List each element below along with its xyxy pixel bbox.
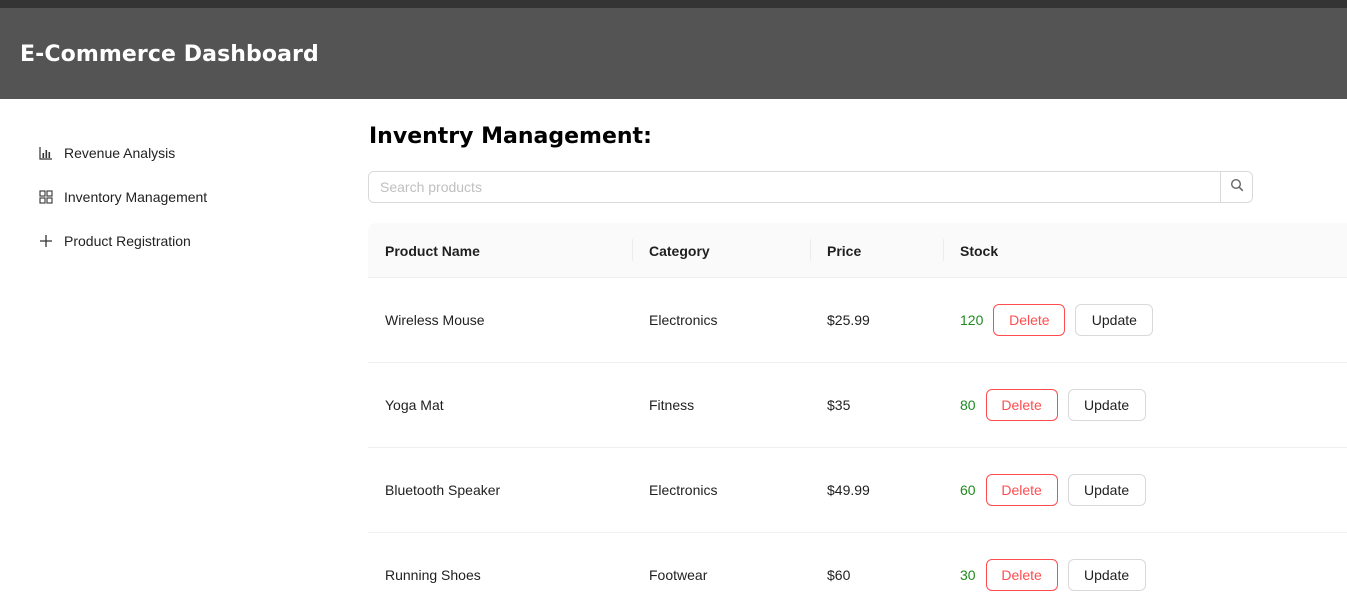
column-divider [810, 239, 811, 261]
stock-cell: 120 Delete Update [960, 278, 1154, 362]
delete-button[interactable]: Delete [985, 559, 1058, 591]
stock-value: 120 [960, 312, 984, 328]
table-row: Running Shoes Footwear $60 30 Delete Upd… [368, 533, 1347, 608]
delete-button[interactable]: Delete [985, 389, 1058, 421]
sidebar-item-label: Product Registration [64, 233, 191, 249]
delete-button[interactable]: Delete [985, 474, 1058, 506]
update-button[interactable]: Update [1075, 304, 1154, 336]
column-header-stock: Stock [960, 242, 999, 259]
price-cell: $35 [827, 397, 851, 413]
table-row: Yoga Mat Fitness $35 80 Delete Update [368, 363, 1347, 448]
stock-value: 60 [960, 482, 976, 498]
stock-value: 80 [960, 397, 976, 413]
column-header-category: Category [649, 242, 710, 259]
update-button[interactable]: Update [1067, 389, 1146, 421]
update-button[interactable]: Update [1067, 474, 1146, 506]
search-input[interactable] [369, 172, 1220, 202]
bar-chart-icon [38, 145, 54, 161]
app-title: E-Commerce Dashboard [20, 42, 319, 67]
product-name-cell: Yoga Mat [385, 397, 444, 413]
search-icon [1230, 178, 1244, 197]
products-table: Product Name Category Price Stock Wirele… [368, 223, 1347, 608]
product-name-cell: Running Shoes [385, 567, 481, 583]
category-cell: Electronics [649, 312, 718, 328]
price-cell: $49.99 [827, 482, 870, 498]
column-header-price: Price [827, 242, 862, 259]
app-header: E-Commerce Dashboard [0, 8, 1347, 99]
product-name-cell: Wireless Mouse [385, 312, 485, 328]
price-cell: $60 [827, 567, 851, 583]
plus-icon [38, 233, 54, 249]
stock-cell: 80 Delete Update [960, 363, 1146, 447]
category-cell: Fitness [649, 397, 695, 413]
sidebar: Revenue Analysis Inventory Management Pr… [0, 99, 340, 608]
column-divider [943, 239, 944, 261]
grid-icon [38, 189, 54, 205]
sidebar-item-product-registration[interactable]: Product Registration [38, 229, 191, 253]
column-divider [632, 239, 633, 261]
product-name-cell: Bluetooth Speaker [385, 482, 501, 498]
table-row: Wireless Mouse Electronics $25.99 120 De… [368, 278, 1347, 363]
search-box [368, 171, 1253, 203]
table-header: Product Name Category Price Stock [368, 223, 1347, 278]
category-cell: Footwear [649, 567, 708, 583]
column-header-product-name: Product Name [385, 242, 480, 259]
window-top-strip [0, 0, 1347, 8]
stock-value: 30 [960, 567, 976, 583]
stock-cell: 60 Delete Update [960, 448, 1146, 532]
sidebar-item-label: Revenue Analysis [64, 145, 176, 161]
price-cell: $25.99 [827, 312, 870, 328]
stock-cell: 30 Delete Update [960, 533, 1146, 608]
table-row: Bluetooth Speaker Electronics $49.99 60 … [368, 448, 1347, 533]
sidebar-item-revenue-analysis[interactable]: Revenue Analysis [38, 141, 175, 165]
sidebar-item-label: Inventory Management [64, 189, 208, 205]
update-button[interactable]: Update [1067, 559, 1146, 591]
page-title: Inventry Management: [369, 124, 652, 149]
category-cell: Electronics [649, 482, 718, 498]
search-button[interactable] [1220, 172, 1252, 202]
sidebar-item-inventory-management[interactable]: Inventory Management [38, 185, 207, 209]
delete-button[interactable]: Delete [993, 304, 1066, 336]
